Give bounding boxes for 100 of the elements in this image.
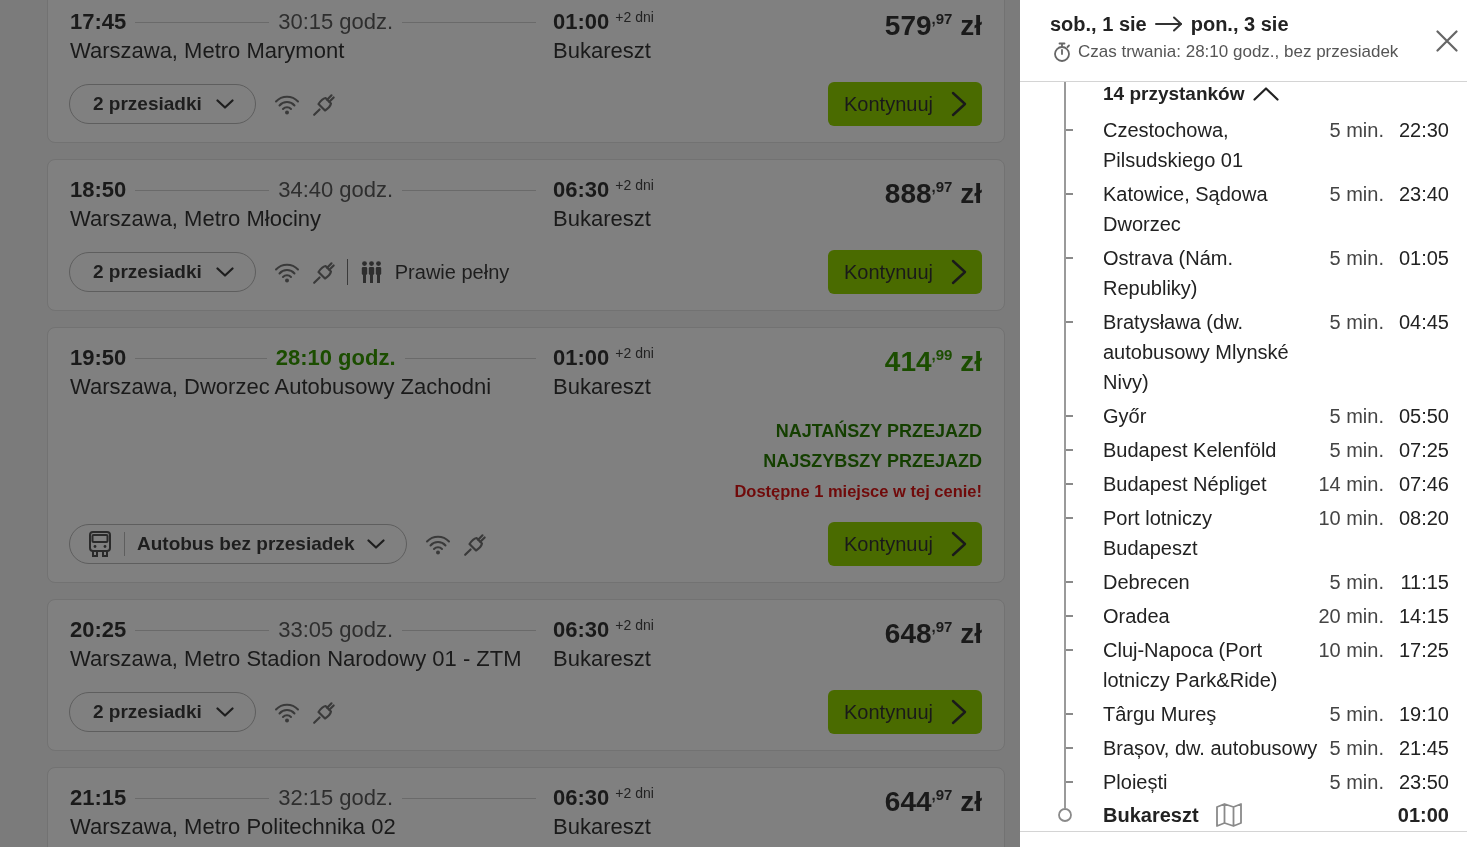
trip-duration: 30:15 godz.	[278, 8, 394, 36]
chevron-up-icon	[1252, 87, 1279, 101]
stop-arrival-time: 05:50	[1397, 404, 1449, 429]
origin-station: Warszawa, Metro Marymont	[70, 37, 346, 65]
arrival-time: 06:30	[553, 784, 610, 812]
stop-arrival-time: 14:15	[1397, 604, 1449, 629]
stop-tick-icon	[1066, 415, 1073, 417]
origin-station: Warszawa, Metro Politechnika 02	[70, 813, 397, 841]
stopwatch-icon	[1053, 42, 1071, 62]
stops-toggle[interactable]: 14 przystanków	[1103, 82, 1279, 106]
stop-arrival-time: 23:40	[1397, 182, 1449, 207]
chevron-down-icon	[215, 267, 234, 277]
stop-arrival-time: 07:25	[1397, 438, 1449, 463]
stop-arrival-time: 22:30	[1397, 118, 1449, 143]
stop-tick-icon	[1066, 449, 1073, 451]
chevron-right-icon	[951, 91, 967, 117]
stop-arrival-time: 19:10	[1397, 702, 1449, 727]
destination-stop-name: Bukareszt	[1103, 803, 1199, 828]
stop-wait-time: 5 min.	[1329, 404, 1384, 429]
stop-name: Debrecen	[1103, 570, 1191, 595]
stop-arrival-time: 17:25	[1397, 638, 1449, 663]
continue-button[interactable]: Kontynuuj	[828, 250, 982, 294]
map-icon	[1215, 803, 1242, 827]
departure-time: 20:25	[70, 616, 127, 644]
arrival-time: 01:00	[553, 344, 610, 372]
trip-duration: 32:15 godz.	[278, 784, 394, 812]
destination-station: Bukareszt	[553, 813, 652, 841]
stop-tick-icon	[1066, 483, 1073, 485]
plug-icon	[462, 531, 489, 557]
bus-icon	[88, 531, 112, 557]
continue-button[interactable]: Kontynuuj	[828, 82, 982, 126]
stop-name: Ploiești	[1103, 770, 1169, 795]
stop-tick-icon	[1066, 649, 1073, 651]
stop-wait-time: 10 min.	[1318, 506, 1384, 531]
wifi-icon	[273, 261, 300, 283]
stop-arrival-time: 21:45	[1397, 736, 1449, 761]
stop-name: Târgu Mureş	[1103, 702, 1218, 727]
plug-icon	[311, 91, 338, 117]
trip-duration: 33:05 godz.	[278, 616, 394, 644]
stop-name: Oradea	[1103, 604, 1171, 629]
arrival-day-offset: +2 dni	[615, 784, 654, 802]
ticket-price: 888$^{,97}$ zł	[884, 177, 982, 211]
destination-station: Bukareszt	[553, 645, 652, 673]
trip-highlight-label: NAJSZYBSZY PRZEJAZD	[763, 450, 982, 473]
stop-tick-icon	[1066, 193, 1073, 195]
chevron-right-icon	[951, 699, 967, 725]
ticket-price: 414$^{,99}$ zł	[884, 345, 982, 379]
stop-wait-time: 10 min.	[1318, 638, 1384, 663]
continue-button[interactable]: Kontynuuj	[828, 690, 982, 734]
chevron-down-icon	[215, 707, 234, 717]
ticket-price: 648$^{,97}$ zł	[884, 617, 982, 651]
stop-arrival-time: 01:05	[1397, 246, 1449, 271]
arrival-time: 01:00	[553, 8, 610, 36]
destination-ring-icon	[1058, 808, 1072, 822]
stop-name: Budapest Népliget	[1103, 472, 1268, 497]
chevron-right-icon	[951, 259, 967, 285]
stop-name: Brașov, dw. autobusowy	[1103, 736, 1319, 761]
trip-duration: 34:40 godz.	[278, 176, 394, 204]
people-icon	[360, 261, 382, 283]
stop-tick-icon	[1066, 129, 1073, 131]
stop-wait-time: 14 min.	[1318, 472, 1384, 497]
stop-wait-time: 5 min.	[1329, 310, 1384, 335]
ticket-price: 644$^{,97}$ zł	[884, 785, 982, 819]
arrival-time: 06:30	[553, 176, 610, 204]
stop-wait-time: 5 min.	[1329, 570, 1384, 595]
stop-tick-icon	[1066, 615, 1073, 617]
stop-wait-time: 5 min.	[1329, 702, 1384, 727]
destination-arrival-time: 01:00	[1397, 803, 1449, 828]
stop-wait-time: 5 min.	[1329, 736, 1384, 761]
destination-station: Bukareszt	[553, 205, 652, 233]
stop-wait-time: 5 min.	[1329, 770, 1384, 795]
wifi-icon	[273, 701, 300, 723]
stop-tick-icon	[1066, 321, 1073, 323]
trip-duration: 28:10 godz.	[275, 344, 396, 372]
trip-highlight-label: NAJTAŃSZY PRZEJAZD	[775, 419, 982, 443]
close-icon	[1436, 30, 1458, 52]
departure-time: 18:50	[70, 176, 127, 204]
arrival-day-offset: +2 dni	[615, 176, 654, 194]
stop-arrival-time: 08:20	[1397, 506, 1449, 531]
stop-name: Port lotniczy Budapeszt	[1103, 506, 1213, 561]
destination-station: Bukareszt	[553, 373, 652, 401]
stop-tick-icon	[1066, 517, 1073, 519]
ticket-price: 579$^{,97}$ zł	[884, 9, 982, 43]
stop-name: Katowice, Sądowa Dworzec	[1103, 182, 1269, 237]
stop-name: Bratysława (dw. autobusowy Mlynské Nivy)	[1103, 310, 1290, 395]
continue-button[interactable]: Kontynuuj	[828, 522, 982, 566]
stop-tick-icon	[1066, 781, 1073, 783]
availability-note: Dostępne 1 miejsce w tej cenie!	[734, 481, 982, 502]
arrival-day-offset: +2 dni	[615, 8, 654, 26]
stop-tick-icon	[1066, 257, 1073, 259]
stop-name: Czestochowa, Pilsudskiego 01	[1103, 118, 1245, 173]
departure-time: 19:50	[70, 344, 127, 372]
stop-name: Budapest Kelenföld	[1103, 438, 1278, 463]
plug-icon	[311, 699, 338, 725]
stop-tick-icon	[1066, 747, 1073, 749]
arrival-time: 06:30	[553, 616, 610, 644]
close-button[interactable]	[1433, 27, 1461, 55]
stop-tick-icon	[1066, 581, 1073, 583]
stop-arrival-time: 04:45	[1397, 310, 1449, 335]
chevron-down-icon	[215, 99, 234, 109]
